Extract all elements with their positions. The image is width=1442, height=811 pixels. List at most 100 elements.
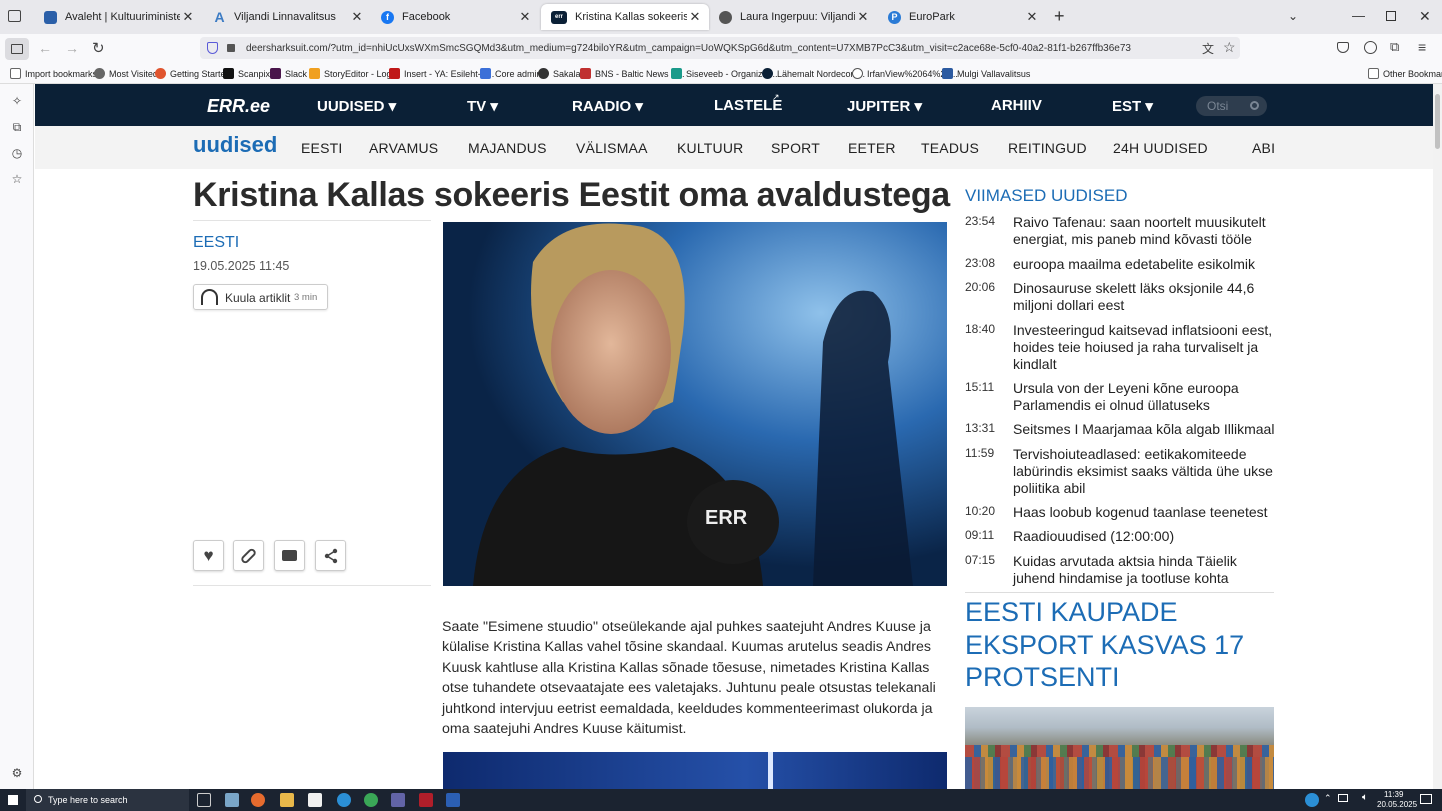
menu-icon[interactable]: ≡ [1418,39,1426,55]
start-button[interactable] [8,795,18,805]
close-tab-icon[interactable]: ✕ [180,9,196,25]
translate-icon[interactable]: 文 [1202,40,1214,57]
account-icon[interactable] [1364,41,1377,54]
shield-icon[interactable] [207,42,218,54]
bookmark-sakala[interactable]: Sakala [538,68,581,79]
bookmark-scanpix[interactable]: Scanpix [223,68,270,79]
back-arrow-icon[interactable]: ← [38,40,52,56]
feature-headline[interactable]: EESTI KAUPADE EKSPORT KASVAS 17 PROTSENT… [965,596,1275,694]
article-category[interactable]: EESTI [193,234,239,252]
tab-kristina-kallas[interactable]: err Kristina Kallas sokeeris Eestit oma … [541,4,709,30]
url-text[interactable]: deersharksuit.com/?utm_id=nhiUcUxsWXmSmc… [246,43,1131,54]
close-tab-icon[interactable]: ✕ [1024,9,1040,25]
share-button[interactable] [315,540,346,571]
other-bookmarks[interactable]: Other Bookmarks [1368,68,1442,79]
lock-icon[interactable] [227,44,235,52]
donate-button[interactable]: ♥ [193,540,224,571]
news-title[interactable]: euroopa maailma edetabelite esikolmik [1013,256,1275,273]
subnav-sport[interactable]: SPORT [771,140,820,156]
taskbar-time[interactable]: 11:39 [1384,790,1403,799]
close-tab-icon[interactable]: ✕ [687,9,703,25]
synced-tabs-icon[interactable]: ⧉ [10,120,24,134]
close-tab-icon[interactable]: ✕ [855,9,871,25]
news-title[interactable]: Haas loobub kogenud taanlase teenetest [1013,504,1275,521]
url-bar[interactable]: deersharksuit.com/?utm_id=nhiUcUxsWXmSmc… [200,37,1240,59]
bookmark-slack[interactable]: Slack [270,68,307,79]
subnav-abi[interactable]: ABI [1252,140,1275,156]
network-icon[interactable] [1338,794,1348,802]
subnav-24h-uudised[interactable]: 24H UUDISED [1113,140,1208,156]
tab-laura-ingerpuu[interactable]: Laura Ingerpuu: Viljandi 50 aastat vana … [709,4,877,30]
listen-article-button[interactable]: Kuula artiklit 3 min [193,284,328,310]
bookmark-star-icon[interactable]: ☆ [1223,39,1236,56]
notifications-icon[interactable] [1420,794,1432,804]
subnav-kultuur[interactable]: KULTUUR [677,140,743,156]
bookmark-core-admin[interactable]: Core admin [480,68,542,79]
word-icon[interactable] [446,793,460,807]
nav-arhiiv[interactable]: ARHIIV [991,97,1042,114]
bookmarks-icon[interactable]: ☆ [10,172,24,186]
taskbar-search-input[interactable]: Type here to search [26,789,189,811]
tab-kultuuriministeerium[interactable]: Avaleht | Kultuuriministeerium ✕ [34,4,202,30]
err-logo[interactable]: ERR.ee [207,96,270,117]
subnav-reitingud[interactable]: REITINGUD [1008,140,1087,156]
copy-link-button[interactable] [233,540,264,571]
bookmark-insert[interactable]: Insert - YA: Esileht-E... [389,68,494,79]
nav-raadio[interactable]: RAADIO ▾ [572,97,643,115]
bookmark-most-visited[interactable]: Most Visited [94,68,158,79]
app-red-icon[interactable] [419,793,433,807]
close-window-button[interactable]: ✕ [1419,8,1431,25]
new-tab-button[interactable]: + [1054,6,1065,27]
taskbar-date[interactable]: 20.05.2025 [1377,800,1417,809]
news-title[interactable]: Raivo Tafenau: saan noortelt muusikutelt… [1013,214,1275,248]
history-icon[interactable]: ◷ [10,146,24,160]
uudised-brand[interactable]: uudised [193,132,277,158]
subnav-eesti[interactable]: EESTI [301,140,342,156]
subnav-teadus[interactable]: TEADUS [921,140,979,156]
tray-chevron-icon[interactable]: ⌃ [1324,793,1332,804]
app-icon[interactable] [225,793,239,807]
edge-icon[interactable] [337,793,351,807]
bookmark-mulgi[interactable]: Mulgi Vallavalitsus [942,68,1030,79]
site-search-input[interactable]: Otsi [1196,96,1267,116]
news-title[interactable]: Raadiouudised (12:00:00) [1013,528,1275,545]
nav-uudised[interactable]: UUDISED ▾ [317,97,396,115]
tab-list-chevron-icon[interactable]: ⌄ [1288,9,1298,23]
news-title[interactable]: Investeeringud kaitsevad inflatsiooni ee… [1013,322,1275,373]
task-view-icon[interactable] [197,793,211,807]
file-explorer-icon[interactable] [280,793,294,807]
settings-gear-icon[interactable]: ⚙ [10,766,24,780]
restore-button[interactable] [1386,11,1396,21]
forward-arrow-icon[interactable]: → [65,40,79,56]
volume-icon[interactable]: 🔈︎ [1362,792,1368,803]
feature-image[interactable] [965,707,1274,789]
teams-icon[interactable] [391,793,405,807]
sidebar-toggle-icon[interactable] [5,38,29,60]
notepad-icon[interactable] [308,793,322,807]
nav-jupiter[interactable]: JUPITER ▾ [847,97,922,115]
firefox-taskbar-icon[interactable] [251,793,265,807]
news-title[interactable]: Seitsmes I Maarjamaa kõla algab Illikmaa… [1013,421,1275,438]
print-button[interactable] [274,540,305,571]
reload-icon[interactable]: ↻ [92,39,105,57]
subnav-valismaa[interactable]: VÄLISMAA [576,140,648,156]
subnav-arvamus[interactable]: ARVAMUS [369,140,438,156]
news-title[interactable]: Dinosauruse skelett läks oksjonile 44,6 … [1013,280,1275,314]
subnav-eeter[interactable]: EETER [848,140,896,156]
search-icon[interactable] [1250,101,1259,110]
article-second-image[interactable] [443,752,947,789]
minimize-button[interactable]: — [1352,8,1365,23]
tab-europark[interactable]: P EuroPark ✕ [878,4,1046,30]
close-tab-icon[interactable]: ✕ [349,9,365,25]
news-title[interactable]: Kuidas arvutada aktsia hinda Täielik juh… [1013,553,1275,587]
tab-list-icon[interactable] [8,10,21,22]
article-hero-image[interactable]: ERR [443,222,947,586]
news-title[interactable]: Ursula von der Leyeni kõne euroopa Parla… [1013,380,1275,414]
page-scrollbar[interactable] [1433,84,1442,789]
bookmark-getting-started[interactable]: Getting Started [155,68,231,79]
bookmark-storyeditor[interactable]: StoryEditor - Login [309,68,399,79]
tab-viljandi[interactable]: A Viljandi Linnavalitsus ✕ [203,4,371,30]
bookmark-import[interactable]: Import bookmarks... [10,68,105,79]
bookmark-bns[interactable]: BNS - Baltic News S... [580,68,685,79]
nav-tv[interactable]: TV ▾ [467,97,498,115]
